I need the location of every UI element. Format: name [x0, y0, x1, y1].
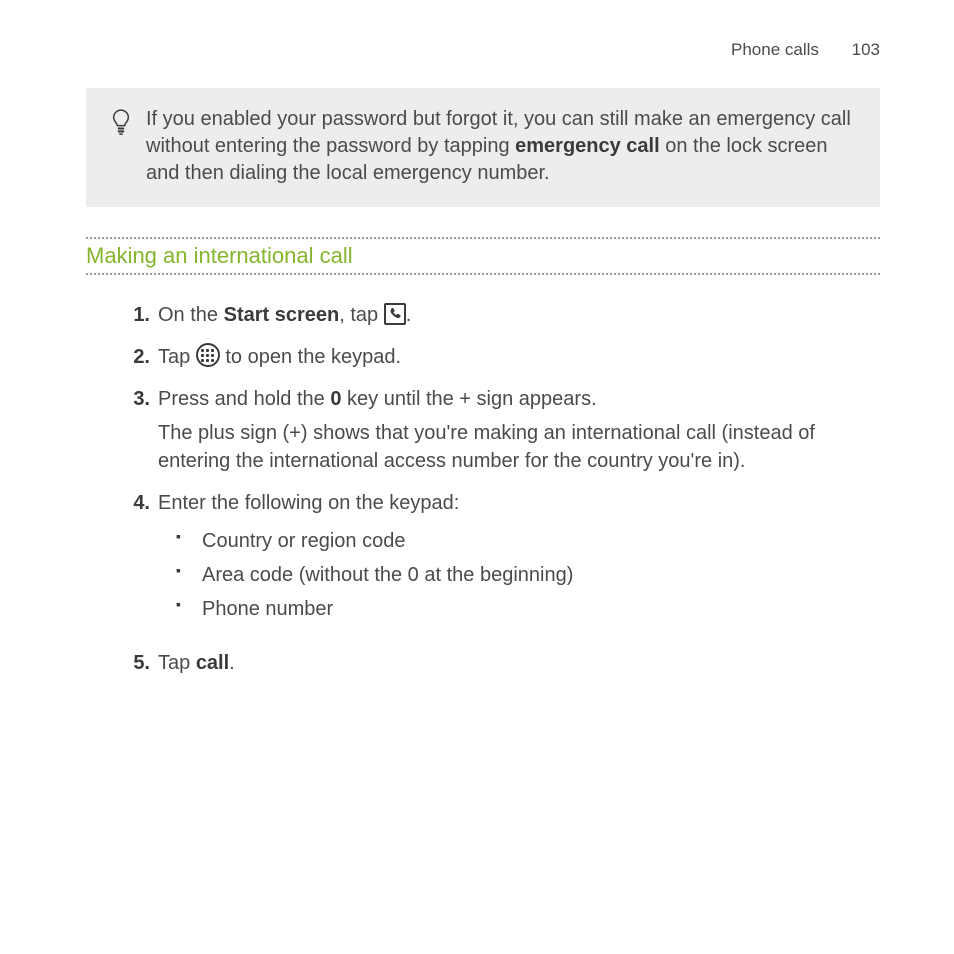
- step-item: 5. Tap call.: [122, 649, 880, 691]
- header-page-number: 103: [852, 40, 880, 59]
- step-number: 4.: [122, 489, 150, 517]
- bold-text: call: [196, 652, 229, 674]
- step-item: 2. Tap to open the keypad.: [122, 343, 880, 385]
- bold-text: Start screen: [224, 304, 340, 326]
- tip-text-bold: emergency call: [515, 135, 660, 157]
- section-title: Making an international call: [86, 243, 880, 269]
- step-body: Press and hold the 0 key until the + sig…: [158, 388, 597, 410]
- step-description: The plus sign (+) shows that you're maki…: [158, 419, 880, 475]
- step-body: On the Start screen, tap .: [158, 304, 411, 326]
- bullet-item: Phone number: [176, 595, 880, 629]
- bullet-item: Country or region code: [176, 527, 880, 561]
- phone-tile-icon: [384, 303, 406, 325]
- header-section: Phone calls: [731, 40, 819, 59]
- page-header: Phone calls 103: [86, 40, 880, 60]
- step-number: 3.: [122, 385, 150, 413]
- bold-text: 0: [330, 388, 341, 410]
- step-body: Tap call.: [158, 652, 235, 674]
- divider-top: [86, 237, 880, 239]
- bullet-item: Area code (without the 0 at the beginnin…: [176, 561, 880, 595]
- document-page: Phone calls 103 If you enabled your pass…: [0, 0, 954, 691]
- section-heading-block: Making an international call: [86, 237, 880, 275]
- steps-list: 1. On the Start screen, tap . 2. Tap to ope…: [86, 301, 880, 691]
- step-item: 3. Press and hold the 0 key until the + s…: [122, 385, 880, 489]
- step-body: Tap to open the keypad.: [158, 346, 401, 368]
- step-number: 1.: [122, 301, 150, 329]
- bullet-list: Country or region codeArea code (without…: [176, 527, 880, 629]
- step-item: 4. Enter the following on the keypad: Coun…: [122, 489, 880, 649]
- keypad-circle-icon: [196, 343, 220, 367]
- step-body: Enter the following on the keypad:: [158, 492, 459, 514]
- step-item: 1. On the Start screen, tap .: [122, 301, 880, 343]
- divider-bottom: [86, 273, 880, 275]
- lightbulb-icon: [110, 106, 146, 187]
- step-number: 5.: [122, 649, 150, 677]
- step-number: 2.: [122, 343, 150, 371]
- tip-callout: If you enabled your password but forgot …: [86, 88, 880, 207]
- tip-text: If you enabled your password but forgot …: [146, 106, 852, 187]
